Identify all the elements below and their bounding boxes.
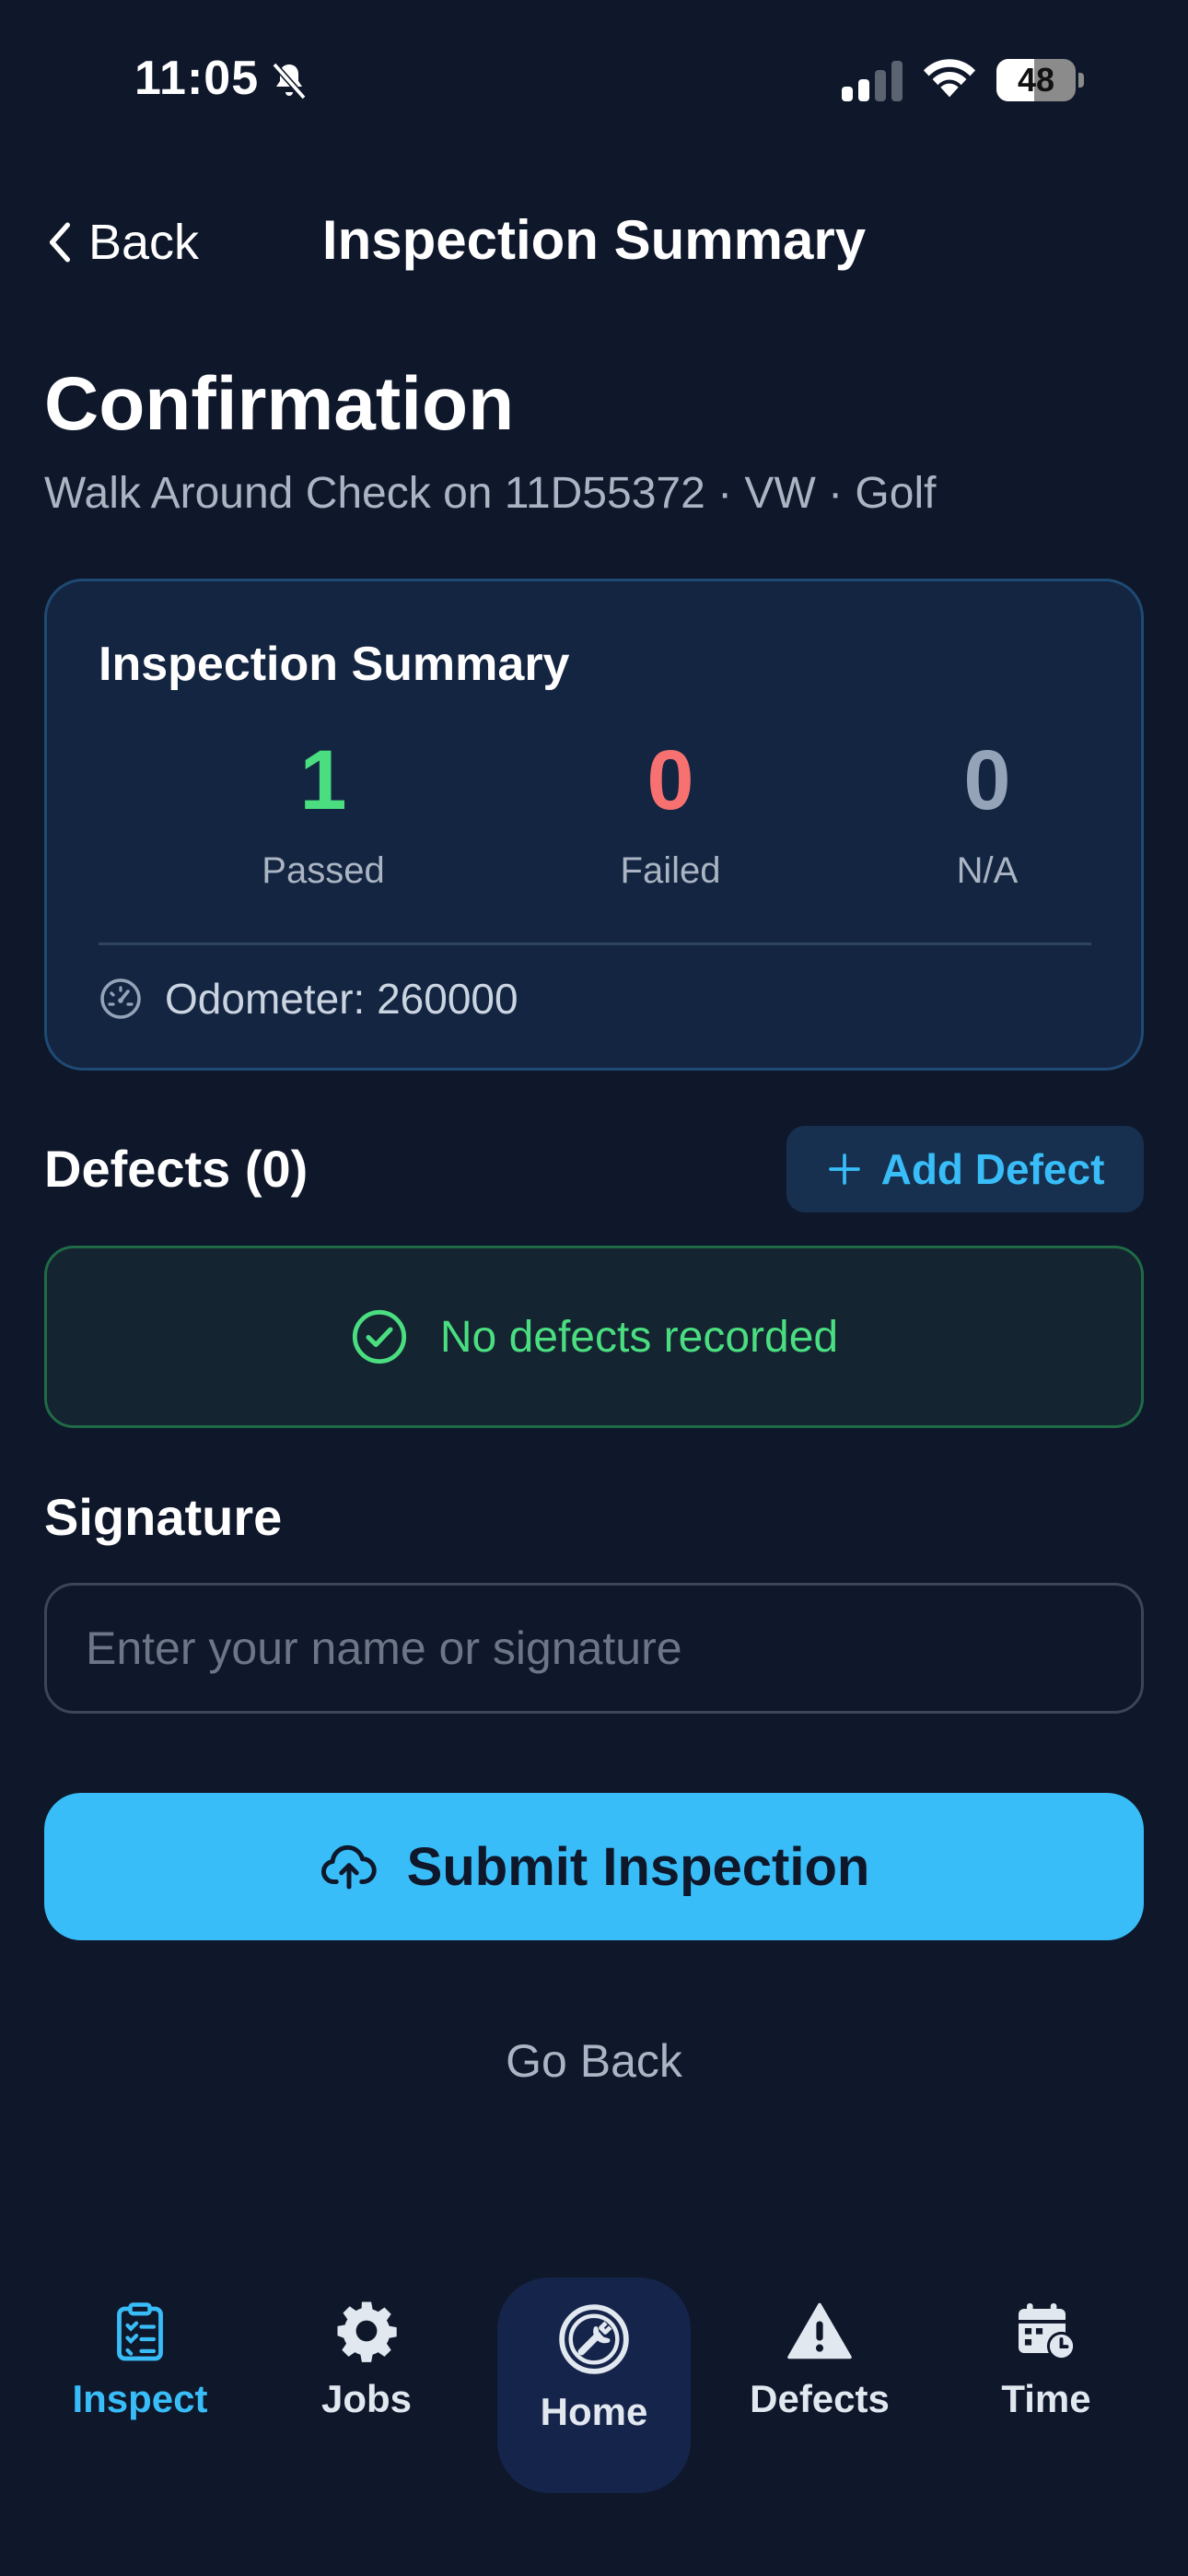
passed-count: 1: [299, 733, 347, 827]
plus-icon: [828, 1153, 860, 1185]
screen: 11:05 48 Back Inspection Summary Confirm…: [0, 0, 1188, 2576]
add-defect-label: Add Defect: [880, 1145, 1105, 1193]
na-count: 0: [963, 733, 1011, 827]
tab-defects-label: Defects: [750, 2377, 890, 2420]
cloud-upload-icon: [320, 1844, 377, 1890]
battery-nub: [1078, 73, 1084, 88]
failed-label: Failed: [620, 850, 721, 891]
tab-bar: Inspect Jobs Home Defects Time: [0, 2248, 1188, 2493]
no-defects-notice: No defects recorded: [44, 1246, 1144, 1428]
summary-card-title: Inspection Summary: [99, 638, 570, 691]
card-divider: [99, 943, 1091, 945]
inspection-summary-card: Inspection Summary 1 Passed 0 Failed 0 N…: [44, 579, 1144, 1071]
tab-home[interactable]: Home: [497, 2277, 691, 2493]
tab-defects[interactable]: Defects: [718, 2276, 921, 2460]
page-title: Confirmation: [44, 362, 515, 446]
failed-count: 0: [646, 733, 694, 827]
stat-failed: 0 Failed: [514, 738, 827, 892]
go-back-link[interactable]: Go Back: [0, 2034, 1188, 2088]
odometer-row: Odometer: 260000: [99, 974, 518, 1024]
tab-jobs[interactable]: Jobs: [265, 2276, 468, 2460]
battery-indicator: 48: [996, 59, 1085, 101]
stat-passed: 1 Passed: [167, 738, 480, 892]
cellular-signal-icon: [842, 61, 903, 101]
tab-time[interactable]: Time: [945, 2276, 1147, 2460]
nav-title: Inspection Summary: [321, 209, 867, 271]
odometer-text: Odometer: 260000: [165, 975, 518, 1023]
tab-inspect-label: Inspect: [72, 2377, 208, 2420]
battery-level-text: 48: [1017, 61, 1055, 99]
signature-input[interactable]: [44, 1583, 1144, 1714]
tab-inspect[interactable]: Inspect: [39, 2276, 241, 2460]
check-circle-icon: [352, 1309, 406, 1364]
submit-label: Submit Inspection: [406, 1836, 870, 1897]
stat-na: 0 N/A: [831, 738, 1144, 892]
add-defect-button[interactable]: Add Defect: [786, 1126, 1144, 1212]
bell-muted-icon: [272, 62, 307, 100]
wifi-icon: [923, 59, 976, 98]
clipboard-check-icon: [117, 2302, 163, 2361]
speedometer-icon: [100, 978, 141, 1019]
submit-inspection-button[interactable]: Submit Inspection: [44, 1793, 1144, 1940]
tab-jobs-label: Jobs: [320, 2377, 413, 2420]
gear-icon: [337, 2301, 397, 2362]
defects-section-title: Defects (0): [44, 1140, 309, 1198]
warning-triangle-icon: [787, 2302, 852, 2359]
wrench-circle-icon: [559, 2304, 629, 2374]
no-defects-text: No defects recorded: [439, 1312, 839, 1362]
battery-body: 48: [996, 59, 1076, 101]
passed-label: Passed: [262, 850, 385, 891]
na-label: N/A: [956, 850, 1019, 891]
status-bar: 11:05 48: [0, 0, 1188, 161]
signature-section-title: Signature: [44, 1488, 283, 1546]
tab-home-label: Home: [540, 2390, 648, 2433]
page-subtitle: Walk Around Check on 11D55372 · VW · Gol…: [44, 469, 937, 518]
home-indicator: [420, 2535, 768, 2548]
status-time: 11:05: [134, 52, 260, 105]
tab-time-label: Time: [1001, 2377, 1091, 2420]
calendar-clock-icon: [1019, 2303, 1077, 2361]
